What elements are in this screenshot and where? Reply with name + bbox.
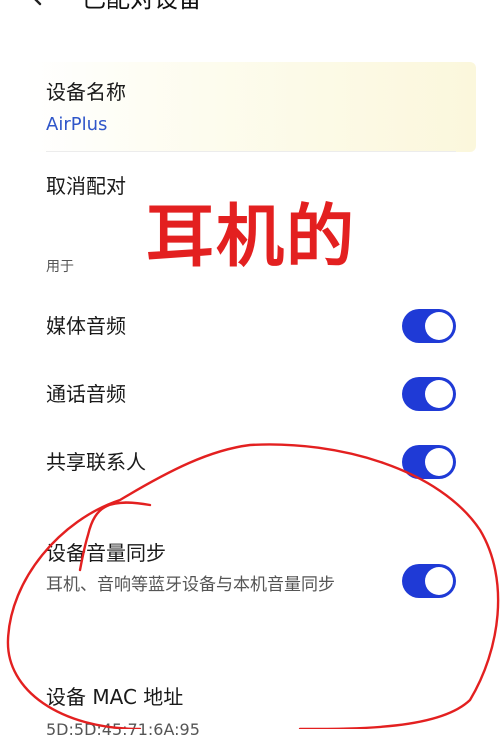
share-contacts-toggle[interactable] [402, 445, 456, 479]
call-audio-label: 通话音频 [46, 382, 126, 406]
page-title: 已配对设备 [82, 0, 202, 14]
device-name-value: AirPlus [46, 114, 108, 135]
top-bar: 已配对设备 [0, 0, 500, 22]
chevron-left-icon[interactable] [26, 0, 46, 6]
mac-address-label: 设备 MAC 地址 [46, 685, 184, 709]
toggle-knob [425, 312, 453, 340]
unpair-button[interactable]: 取消配对 [46, 173, 126, 199]
divider [46, 151, 456, 152]
toggle-knob [425, 567, 453, 595]
toggle-knob [425, 380, 453, 408]
device-name-row[interactable] [26, 62, 476, 152]
toggle-knob [425, 448, 453, 476]
device-name-label: 设备名称 [46, 80, 126, 104]
used-for-section-label: 用于 [46, 259, 74, 275]
media-audio-toggle[interactable] [402, 309, 456, 343]
share-contacts-label: 共享联系人 [46, 450, 146, 474]
annotation-text: 耳机的 [146, 198, 357, 277]
volume-sync-description: 耳机、音响等蓝牙设备与本机音量同步 [46, 575, 335, 595]
volume-sync-toggle[interactable] [402, 564, 456, 598]
volume-sync-label: 设备音量同步 [46, 541, 166, 565]
call-audio-toggle[interactable] [402, 377, 456, 411]
mac-address-value: 5D:5D:45:71:6A:95 [46, 720, 200, 739]
media-audio-label: 媒体音频 [46, 314, 126, 338]
